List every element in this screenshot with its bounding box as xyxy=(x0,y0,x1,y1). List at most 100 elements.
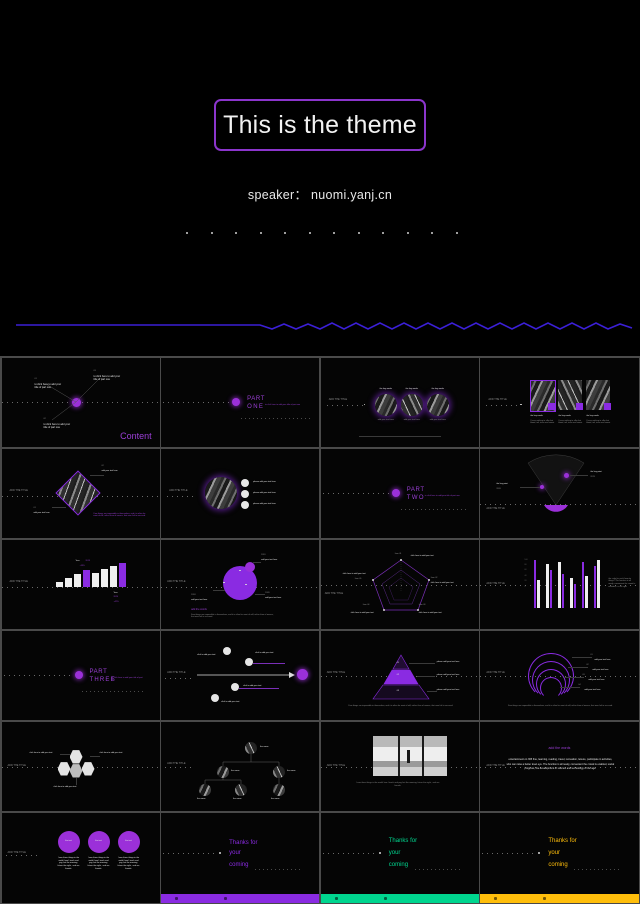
slide-thumb-part-three-divider[interactable]: PART THREE to click here to add your tit… xyxy=(1,630,160,721)
thanks-line-3: coming xyxy=(548,861,568,868)
slide-title: ADD THE TITLE xyxy=(486,670,505,674)
divider-title: PART xyxy=(406,486,425,493)
hero-dot xyxy=(235,232,237,234)
avatar xyxy=(273,765,286,778)
pie-label: add your text here xyxy=(191,598,208,601)
divider-caption: to click here to add your title of part … xyxy=(424,494,460,497)
avatar xyxy=(217,765,230,778)
hero-dot xyxy=(284,232,286,234)
thanks-line-1: Thanks for xyxy=(229,839,258,846)
text-heading: add the words xyxy=(548,745,571,750)
divider-subtitle: ONE xyxy=(247,403,265,410)
list-item: please add your text here xyxy=(253,502,276,505)
slide-thumb-three-circle-stats[interactable]: ADD THE TITLE the text the text the text… xyxy=(1,812,160,903)
footer-icon-left xyxy=(334,896,338,900)
slide-caption: I saw three things in the world: how I t… xyxy=(356,781,440,787)
thanks-line-2: your xyxy=(229,849,241,856)
stat-body: I saw three things in the world: how I t… xyxy=(117,856,140,870)
footer-icon-right xyxy=(383,896,387,900)
stat-label: the text xyxy=(95,839,102,842)
hero-dot xyxy=(260,232,262,234)
arc-label: add your text here xyxy=(588,678,605,681)
circle-heading: the key words xyxy=(431,387,444,390)
slide-thumb-timeline[interactable]: ADD THE TITLE click to add your text cli… xyxy=(161,630,320,721)
hero-dot xyxy=(186,232,188,234)
hero-waveform xyxy=(16,322,633,330)
hero-title-slide[interactable]: This is the theme speaker： nuomi.yanj.cn xyxy=(0,0,640,356)
card-body: I have nothing to offer but blood, toil,… xyxy=(558,419,583,425)
timeline-label: click to add your text xyxy=(221,700,240,703)
slide-thumb-thanks-amber[interactable]: Thanks for your coming xyxy=(480,812,639,903)
org-label: the name xyxy=(233,797,242,800)
slide-thumb-three-card-photos[interactable]: ADD THE TITLE the key words the key word… xyxy=(480,357,639,448)
footer-bar xyxy=(161,893,320,903)
slide-title: ADD THE TITLE xyxy=(488,397,507,401)
pie-label: add your text here xyxy=(261,558,278,561)
slide-thumb-circle-photo-list[interactable]: ADD THE TITLE please add your text here … xyxy=(161,448,320,539)
slide-thumb-content-overview[interactable]: 01 to click here to add your title of pa… xyxy=(1,357,160,448)
slide-title: ADD THE TITLE xyxy=(9,488,28,492)
slide-thumb-part-two-divider[interactable]: PART TWO to click here to add your title… xyxy=(320,448,479,539)
fan-shape xyxy=(528,454,585,512)
hero-title-frame: This is the theme xyxy=(214,99,426,151)
list-item: please add your text here xyxy=(253,480,276,483)
page-title: This is the theme xyxy=(223,110,417,139)
hex-label: click here to add your text xyxy=(99,751,123,754)
stat-label: the text xyxy=(125,839,132,842)
slide-thumb-bar-chart[interactable]: ADD THE TITLE Year 2019 +18% Year 2020 +… xyxy=(1,539,160,630)
slide-body-text: to click here to add your title of part … xyxy=(93,374,121,381)
slide-thumb-part-one-divider[interactable]: PART ONE to click here to add your title… xyxy=(161,357,320,448)
card-body: I have nothing to offer but blood, toil,… xyxy=(586,419,611,425)
slide-body-text: to click here to add your title of part … xyxy=(34,382,62,389)
slide-thumb-text-slide[interactable]: ADD THE TITLE add the words entertainmen… xyxy=(480,721,639,812)
timeline-label: click to add your text xyxy=(197,653,216,656)
slide-thumb-hexagon-icons[interactable]: ADD THE TITLE click here to add your tex… xyxy=(1,721,160,812)
slide-thumb-panorama-photo[interactable]: ADD THE TITLE I saw three things in the … xyxy=(320,721,479,812)
slide-thumb-pyramid-chart[interactable]: ADD THE TITLE 01 02 03 please add your t… xyxy=(320,630,479,721)
slide-caption: the color for each favorite things? The … xyxy=(608,577,636,588)
hexagon-icon xyxy=(69,750,83,764)
circle-body: add your text here xyxy=(429,418,446,421)
circle-body: add your text here xyxy=(377,418,394,421)
arc-label: add your text here xyxy=(592,668,609,671)
arc-label: add your text here xyxy=(584,688,601,691)
card-heading: the key words xyxy=(530,414,543,417)
slide-title: ADD THE TITLE xyxy=(167,579,186,583)
divider-subtitle: TWO xyxy=(406,494,425,501)
slide-thumb-org-chart[interactable]: ADD THE TITLE the name the name the name… xyxy=(161,721,320,812)
thanks-line-2: your xyxy=(388,849,401,856)
org-label: the name xyxy=(260,745,269,748)
slide-thumb-three-circle-photos[interactable]: ADD THE TITLE the key words the key word… xyxy=(320,357,479,448)
slide-thumb-thanks-purple[interactable]: Thanks for your coming xyxy=(161,812,320,903)
hex-label: click here to add your text xyxy=(53,785,77,788)
hero-dot xyxy=(309,232,311,234)
avatar xyxy=(273,783,286,796)
fan-value: 2020 xyxy=(496,487,501,490)
org-label: the name xyxy=(271,797,280,800)
pyramid-label: please add your text here xyxy=(436,688,460,691)
slide-title: ADD THE TITLE xyxy=(169,488,188,492)
hero-dot xyxy=(407,232,409,234)
slide-thumb-thanks-green[interactable]: Thanks for your coming xyxy=(320,812,479,903)
hero-dot-row xyxy=(186,232,458,238)
slide-thumb-diamond-photo[interactable]: ADD THE TITLE 02 add your text here 01 a… xyxy=(1,448,160,539)
circle-heading: the key words xyxy=(405,387,418,390)
slide-caption: entertainment on 365 fine, learning, rea… xyxy=(506,757,615,771)
slide-thumb-fan-chart[interactable]: ADD THE TITLE the key point 2019 the key… xyxy=(480,448,639,539)
slide-thumb-arc-chart[interactable]: ADD THE TITLE 01 02 03 04 add your text … xyxy=(480,630,639,721)
hexagon-icon xyxy=(81,762,95,776)
pyramid-label: please add your text here xyxy=(436,660,460,663)
hero-dot xyxy=(456,232,458,234)
pyramid-label: please add your text here xyxy=(436,673,460,676)
slide-thumbnail-grid: 01 to click here to add your title of pa… xyxy=(0,356,640,904)
thanks-line-1: Thanks for xyxy=(548,837,577,844)
pie-heading: add the words xyxy=(191,607,207,611)
slide-thumb-radar-chart[interactable]: ADD THE TITLE Item 01 click here to add … xyxy=(320,539,479,630)
circle-body: add your text here xyxy=(403,418,420,421)
slide-thumb-column-chart[interactable]: ADD THE TITLE 100 80 60 40 20 0 the color for… xyxy=(480,539,639,630)
divider-caption: to click here to add your title of part … xyxy=(111,676,143,682)
slide-caption: Few things are impossible in themselves;… xyxy=(93,512,146,518)
slide-thumb-pie-chart[interactable]: ADD THE TITLE 2019 add your text here 20… xyxy=(161,539,320,630)
slide-caption: Few things are impossible in themselves;… xyxy=(348,704,454,707)
hero-dot xyxy=(211,232,213,234)
